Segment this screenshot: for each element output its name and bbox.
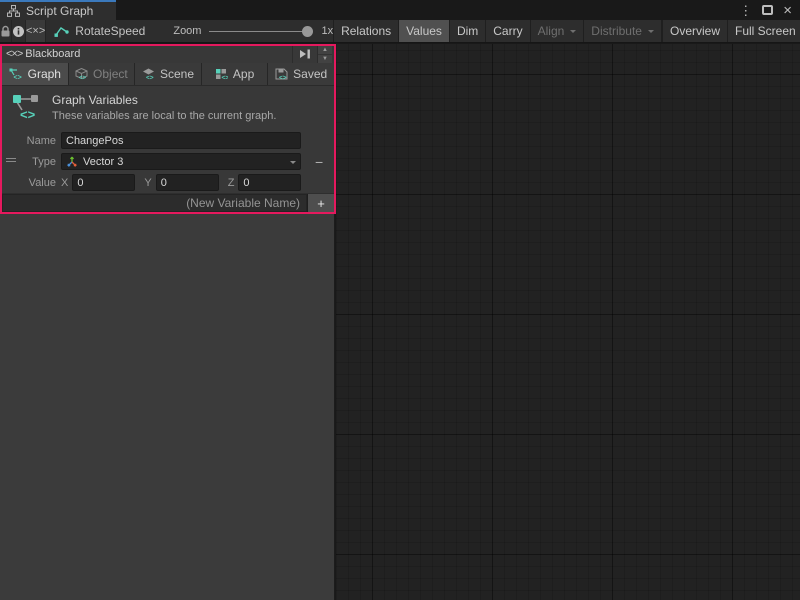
dim-button[interactable]: Dim: [449, 20, 485, 42]
graph-variables-tab-icon: <>: [9, 68, 23, 80]
name-row: Name: [2, 130, 334, 151]
lock-button[interactable]: [0, 20, 12, 42]
code-view-button[interactable]: <×>: [26, 20, 46, 42]
lock-icon: [0, 25, 11, 37]
blackboard-panel: <×> Blackboard ▲ ▼: [0, 44, 336, 214]
tab-graph[interactable]: <> Graph: [2, 63, 69, 85]
current-graph-button[interactable]: RotateSpeed: [46, 20, 157, 42]
distribute-button[interactable]: Distribute: [583, 20, 661, 42]
tab-title: Script Graph: [26, 4, 93, 18]
variable-name-input[interactable]: [61, 132, 301, 149]
remove-variable-button[interactable]: −: [315, 155, 323, 169]
blackboard-icon: <×>: [6, 48, 22, 60]
tab-strip: Script Graph ⋮ ×: [0, 0, 800, 20]
tab-app[interactable]: <> App: [202, 63, 269, 85]
values-button[interactable]: Values: [398, 20, 449, 42]
object-cube-icon: <>: [75, 68, 88, 80]
svg-text:<>: <>: [13, 74, 21, 80]
axis-y-label: Y: [144, 177, 151, 189]
graph-node-icon: [54, 25, 69, 38]
variable-type-dropdown[interactable]: Vector 3: [61, 153, 301, 170]
chevron-down-icon: [570, 30, 576, 36]
zoom-slider[interactable]: [209, 20, 313, 43]
maximize-icon[interactable]: [762, 5, 773, 15]
zoom-slider-handle[interactable]: [302, 26, 313, 37]
graph-variables-section: <> Graph Variables These variables are l…: [2, 86, 334, 130]
script-graph-icon: [7, 5, 20, 17]
new-variable-row: +: [2, 193, 334, 212]
zoom-level: 1x: [321, 25, 333, 37]
svg-text:<>: <>: [20, 107, 36, 121]
tab-script-graph[interactable]: Script Graph: [0, 0, 116, 20]
variable-editor: Name Type Vector 3 −: [2, 129, 334, 193]
type-row: Type Vector 3 −: [2, 151, 334, 172]
zoom-label: Zoom: [173, 25, 201, 37]
add-variable-button[interactable]: +: [307, 194, 334, 212]
window-controls: ⋮ ×: [739, 0, 800, 20]
relations-button[interactable]: Relations: [333, 20, 398, 42]
zoom-slider-track: [209, 31, 305, 32]
info-icon: [12, 25, 25, 38]
value-x-input[interactable]: [72, 174, 135, 191]
zoom-control: Zoom 1x: [173, 20, 333, 42]
svg-text:<>: <>: [279, 74, 287, 80]
vector3-icon: [66, 156, 78, 168]
app-icon: <>: [215, 68, 228, 80]
svg-text:<>: <>: [79, 75, 87, 80]
svg-text:<>: <>: [221, 74, 228, 80]
section-title: Graph Variables: [52, 93, 276, 107]
current-graph-name: RotateSpeed: [75, 24, 145, 38]
value-row: Value X Y Z: [2, 172, 334, 193]
close-icon[interactable]: ×: [783, 3, 792, 18]
dock-icon: [299, 49, 311, 59]
new-variable-input[interactable]: [2, 194, 307, 212]
chevron-down-icon: [290, 161, 296, 167]
tab-saved[interactable]: <> Saved: [268, 63, 334, 85]
scene-icon: <>: [142, 68, 155, 80]
section-text: Graph Variables These variables are loca…: [52, 93, 276, 122]
main-area: <×> Blackboard ▲ ▼: [0, 44, 800, 600]
panel-scroll-buttons: ▲ ▼: [317, 46, 332, 63]
full-screen-button[interactable]: Full Screen: [727, 20, 800, 42]
value-y-input[interactable]: [156, 174, 219, 191]
tab-object[interactable]: <> Object: [69, 63, 136, 85]
info-button[interactable]: [12, 20, 26, 42]
kebab-menu-icon[interactable]: ⋮: [739, 4, 752, 17]
code-view-glyph: <×>: [26, 25, 45, 37]
axis-x-label: X: [61, 177, 68, 189]
scroll-down-icon[interactable]: ▼: [318, 54, 332, 63]
graph-variables-icon: <>: [12, 93, 42, 121]
section-subtitle: These variables are local to the current…: [52, 110, 276, 122]
chevron-down-icon: [648, 30, 654, 36]
toolbar-right-buttons: Relations Values Dim Carry Align Distrib…: [333, 20, 800, 42]
variable-scope-tabs: <> Graph <> Object <> Scene: [2, 63, 334, 86]
graph-toolbar: <×> RotateSpeed Zoom 1x Relations Values…: [0, 20, 800, 43]
blackboard-title: Blackboard: [25, 48, 80, 60]
svg-text:<>: <>: [146, 74, 154, 80]
scroll-up-icon[interactable]: ▲: [318, 46, 332, 54]
dock-panel-button[interactable]: [292, 46, 317, 63]
value-label: Value: [4, 177, 61, 189]
align-button[interactable]: Align: [530, 20, 584, 42]
saved-floppy-icon: <>: [275, 68, 288, 80]
tab-scene[interactable]: <> Scene: [135, 63, 202, 85]
script-graph-window: Script Graph ⋮ × <×>: [0, 0, 800, 600]
axis-z-label: Z: [228, 177, 235, 189]
carry-button[interactable]: Carry: [485, 20, 529, 42]
blackboard-header: <×> Blackboard ▲ ▼: [2, 46, 334, 63]
name-label: Name: [4, 135, 61, 147]
value-z-input[interactable]: [238, 174, 301, 191]
overview-button[interactable]: Overview: [661, 20, 727, 42]
type-value: Vector 3: [83, 156, 279, 168]
blackboard-header-controls: ▲ ▼: [292, 46, 332, 63]
graph-canvas[interactable]: [336, 44, 800, 600]
drag-handle-icon[interactable]: [6, 158, 16, 164]
